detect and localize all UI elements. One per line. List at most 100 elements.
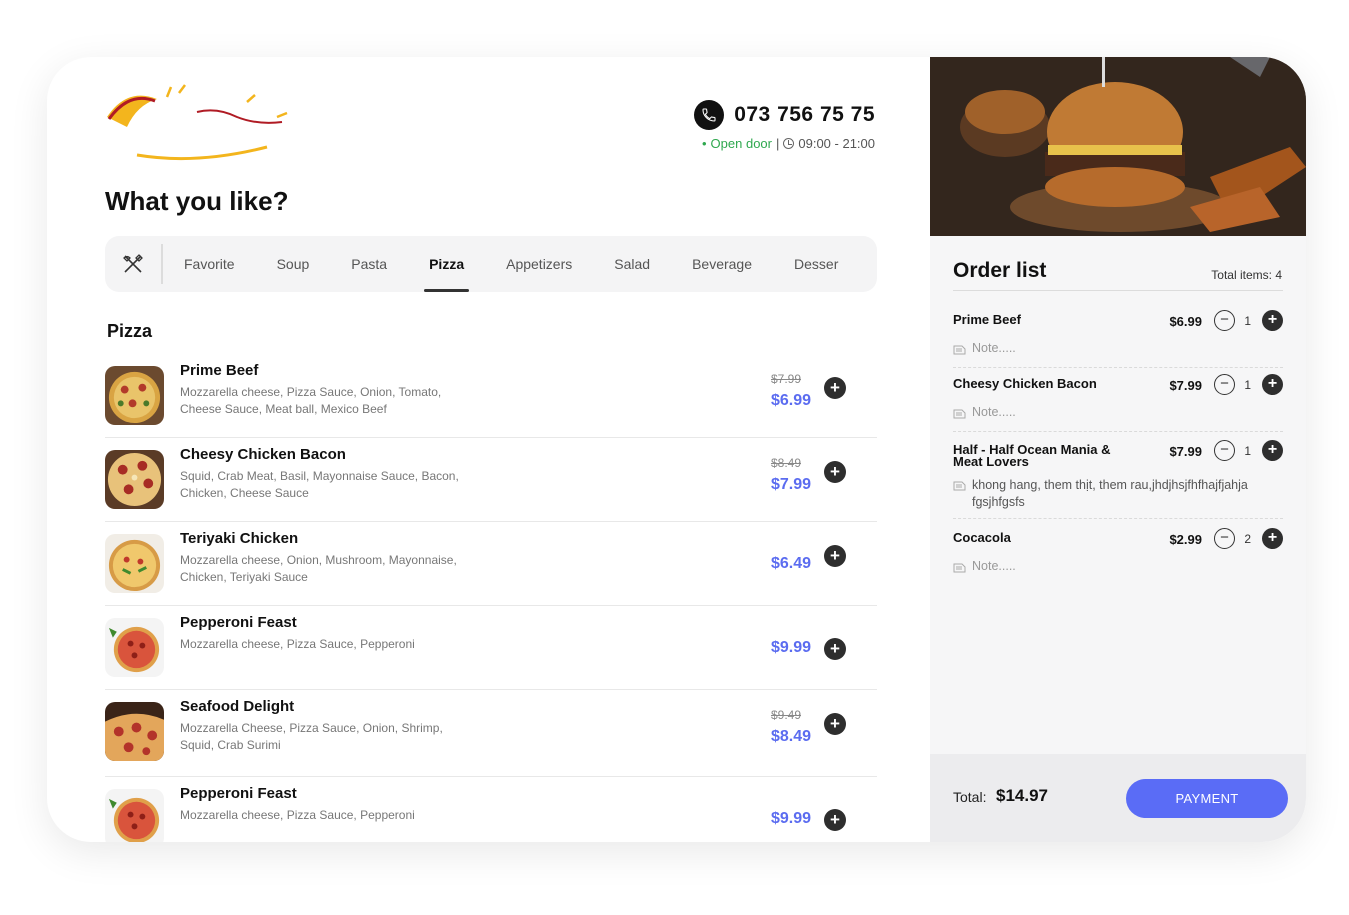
note-field[interactable]: Note..... — [953, 405, 1283, 419]
pizza-image — [105, 534, 164, 593]
decrease-qty-button[interactable]: − — [1214, 528, 1235, 549]
order-item-price: $7.99 — [1169, 378, 1202, 393]
item-description: Squid, Crab Meat, Basil, Mayonnaise Sauc… — [180, 469, 459, 500]
tab-appetizers[interactable]: Appetizers — [485, 236, 593, 292]
order-item-price: $6.99 — [1169, 314, 1202, 329]
order-item: Cheesy Chicken Bacon $7.99 − 1 + Note...… — [953, 368, 1283, 432]
menu-item[interactable]: Teriyaki Chicken Mozzarella cheese, Onio… — [105, 522, 877, 606]
item-name: Cheesy Chicken Bacon — [180, 446, 346, 463]
menu-item[interactable]: Pepperoni Feast Mozzarella cheese, Pizza… — [105, 606, 877, 690]
note-field[interactable]: Note..... — [953, 559, 1283, 573]
decrease-qty-button[interactable]: − — [1214, 310, 1235, 331]
menu-list: Prime Beef Mozzarella cheese, Pizza Sauc… — [105, 354, 877, 842]
total-label: Total: — [953, 789, 987, 805]
order-item-name: Half - Half Ocean Mania & Meat Lovers — [953, 442, 1111, 469]
pos-card: 073 756 75 75 • Open door | 09:00 - 21:0… — [47, 57, 1306, 842]
tab-pizza[interactable]: Pizza — [408, 236, 485, 292]
item-price: $9.99 — [770, 810, 811, 827]
item-description: Mozzarella Cheese, Pizza Sauce, Onion, S… — [180, 721, 443, 752]
phone-number: 073 756 75 75 — [734, 103, 875, 126]
order-item-name: Prime Beef — [953, 312, 1021, 327]
total-value: $14.97 — [996, 786, 1048, 805]
add-item-button[interactable]: + — [824, 809, 846, 831]
old-price: $8.49 — [770, 456, 801, 470]
opening-hours: • Open door | 09:00 - 21:00 — [702, 136, 875, 151]
increase-qty-button[interactable]: + — [1262, 528, 1283, 549]
note-icon — [953, 345, 966, 355]
tab-beverage[interactable]: Beverage — [671, 236, 773, 292]
section-title: Pizza — [107, 321, 153, 341]
order-item-qty: 1 — [1244, 314, 1251, 328]
tab-favorite[interactable]: Favorite — [163, 236, 256, 292]
increase-qty-button[interactable]: + — [1262, 310, 1283, 331]
menu-item[interactable]: Cheesy Chicken Bacon Squid, Crab Meat, B… — [105, 438, 877, 522]
item-name: Prime Beef — [180, 362, 259, 379]
tab-salad[interactable]: Salad — [593, 236, 671, 292]
utensils-icon[interactable] — [105, 244, 163, 284]
item-description: Mozzarella cheese, Onion, Mushroom, Mayo… — [180, 553, 457, 584]
note-text: Note..... — [972, 559, 1016, 573]
open-status: Open door — [710, 136, 772, 151]
decrease-qty-button[interactable]: − — [1214, 440, 1235, 461]
total-items-count: Total items: 4 — [1211, 268, 1282, 282]
add-item-button[interactable]: + — [824, 545, 846, 567]
order-item: Cocacola $2.99 − 2 + Note..... — [953, 519, 1283, 583]
hours-range: 09:00 - 21:00 — [798, 136, 875, 151]
order-item-qty: 1 — [1244, 378, 1251, 392]
item-price: $7.99 — [770, 476, 811, 493]
order-item-price: $7.99 — [1169, 444, 1202, 459]
item-price: $6.99 — [770, 392, 811, 409]
tab-soup[interactable]: Soup — [256, 236, 331, 292]
note-icon — [953, 563, 966, 573]
decrease-qty-button[interactable]: − — [1214, 374, 1235, 395]
taco-sliders-logo — [97, 77, 297, 167]
add-item-button[interactable]: + — [824, 461, 846, 483]
menu-item[interactable]: Pepperoni Feast Mozzarella cheese, Pizza… — [105, 777, 877, 842]
add-item-button[interactable]: + — [824, 377, 846, 399]
page-title: What you like? — [105, 186, 289, 216]
item-name: Pepperoni Feast — [180, 785, 297, 802]
item-name: Seafood Delight — [180, 698, 295, 715]
order-item-price: $2.99 — [1169, 532, 1202, 547]
order-items: Prime Beef $6.99 − 1 + Note..... Cheesy … — [953, 304, 1283, 583]
order-item: Half - Half Ocean Mania & Meat Lovers $7… — [953, 432, 1283, 519]
add-item-button[interactable]: + — [824, 713, 846, 735]
item-price: $8.49 — [770, 728, 811, 745]
clock-icon — [783, 138, 795, 149]
order-panel: Order list Total items: 4 Prime Beef $6.… — [930, 57, 1306, 842]
note-text: Note..... — [972, 341, 1016, 355]
item-price: $9.99 — [770, 639, 811, 656]
pizza-image — [105, 789, 164, 842]
increase-qty-button[interactable]: + — [1262, 440, 1283, 461]
tab-dessert[interactable]: Desser — [773, 236, 859, 292]
order-item-name: Cocacola — [953, 530, 1011, 545]
order-item-qty: 2 — [1244, 532, 1251, 546]
category-tabs: Favorite Soup Pasta Pizza Appetizers Sal… — [105, 236, 877, 292]
note-field[interactable]: Note..... — [953, 341, 1283, 355]
pizza-image — [105, 618, 164, 677]
phone-icon — [694, 100, 725, 130]
menu-item[interactable]: Prime Beef Mozzarella cheese, Pizza Sauc… — [105, 354, 877, 438]
burger-photo — [930, 57, 1306, 236]
phone-contact: 073 756 75 75 — [694, 100, 875, 130]
pizza-image — [105, 450, 164, 509]
pizza-image — [105, 702, 164, 761]
item-price: $6.49 — [770, 555, 811, 572]
menu-item[interactable]: Seafood Delight Mozzarella Cheese, Pizza… — [105, 690, 877, 777]
note-text: Note..... — [972, 405, 1016, 419]
item-name: Teriyaki Chicken — [180, 530, 299, 547]
old-price: $7.99 — [770, 372, 801, 386]
order-item-name: Cheesy Chicken Bacon — [953, 376, 1097, 391]
item-description: Mozzarella cheese, Pizza Sauce, Pepperon… — [180, 808, 415, 822]
add-item-button[interactable]: + — [824, 638, 846, 660]
note-icon — [953, 409, 966, 419]
order-item: Prime Beef $6.99 − 1 + Note..... — [953, 304, 1283, 368]
note-text: khong hang, them thịt, them rau,jhdjhsjf… — [972, 478, 1248, 509]
item-description: Mozzarella cheese, Pizza Sauce, Pepperon… — [180, 637, 415, 651]
tab-pasta[interactable]: Pasta — [330, 236, 408, 292]
note-field[interactable]: khong hang, them thịt, them rau,jhdjhsjf… — [953, 477, 1283, 511]
payment-button[interactable]: PAYMENT — [1126, 779, 1288, 818]
order-item-qty: 1 — [1244, 444, 1251, 458]
pizza-image — [105, 366, 164, 425]
increase-qty-button[interactable]: + — [1262, 374, 1283, 395]
